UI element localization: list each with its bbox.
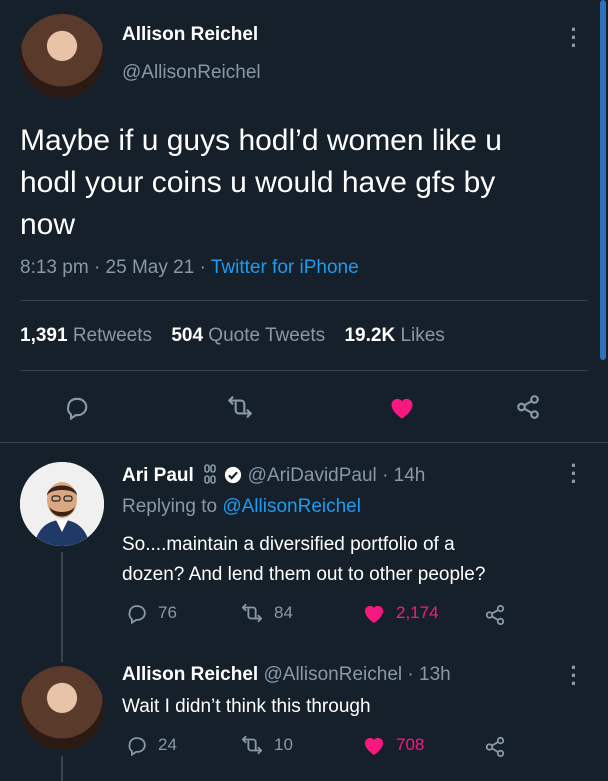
likes-count: 19.2K: [344, 325, 396, 346]
author-handle[interactable]: @AllisonReichel: [263, 664, 402, 685]
thread-line: [61, 756, 63, 781]
retweet-action[interactable]: 84: [240, 602, 293, 624]
avatar[interactable]: [20, 14, 104, 98]
reply-text: So....maintain a diversified portfolio o…: [122, 530, 485, 590]
divider: [0, 442, 608, 443]
reply-text: Wait I didn’t think this through: [122, 696, 371, 717]
like-action[interactable]: 2,174: [362, 602, 439, 624]
reply-time[interactable]: 14h: [394, 465, 426, 486]
retweet-action[interactable]: 10: [240, 734, 293, 756]
reply-header: Ari Paul @AriDavidPaul · 14h: [122, 464, 425, 487]
replying-to-link[interactable]: @AllisonReichel: [222, 496, 361, 517]
separator: ·: [93, 257, 101, 278]
tweet-text-line: Maybe if u guys hodl’d women like u: [20, 124, 502, 157]
author-name[interactable]: Allison Reichel: [122, 24, 258, 46]
tweet-source-link[interactable]: Twitter for iPhone: [211, 257, 359, 278]
reply-icon: [126, 734, 148, 756]
like-count: 2,174: [396, 603, 439, 622]
reply-header: Allison Reichel @AllisonReichel · 13h: [122, 664, 451, 686]
tweet-stats: 1,391 Retweets 504 Quote Tweets 19.2K Li…: [20, 325, 445, 347]
tweet-text-line: now: [20, 208, 76, 241]
reply-count: 76: [158, 603, 177, 622]
tweet-text-line: hodl your coins u would have gfs by: [20, 166, 496, 199]
reply-icon: [126, 602, 148, 624]
thread-line: [61, 552, 63, 662]
reply-time[interactable]: 13h: [419, 664, 451, 685]
more-options-icon[interactable]: · · ·: [568, 455, 580, 493]
avatar[interactable]: [20, 462, 104, 546]
tweet-time[interactable]: 8:13 pm: [20, 257, 89, 278]
like-icon: [362, 602, 386, 624]
retweet-icon[interactable]: [226, 394, 254, 420]
avatar[interactable]: [20, 666, 104, 750]
retweets-label: Retweets: [72, 325, 153, 346]
replying-to: Replying to @AllisonReichel: [122, 496, 361, 518]
retweet-icon: [240, 602, 264, 624]
reply-action[interactable]: 24: [126, 734, 177, 756]
like-icon: [362, 734, 386, 756]
more-options-icon[interactable]: · · ·: [568, 19, 580, 57]
retweet-icon: [240, 734, 264, 756]
likes-stat[interactable]: 19.2K Likes: [344, 325, 444, 346]
like-icon[interactable]: [388, 394, 416, 420]
reply-icon[interactable]: [64, 394, 90, 420]
retweet-count: 84: [274, 603, 293, 622]
like-action[interactable]: 708: [362, 734, 424, 756]
chain-link-icon: [203, 464, 217, 484]
share-icon[interactable]: [484, 736, 506, 758]
author-handle[interactable]: @AriDavidPaul: [248, 465, 377, 486]
reply-actions: 24 10 708: [122, 734, 522, 762]
author-name[interactable]: Allison Reichel: [122, 664, 258, 685]
author-handle[interactable]: @AllisonReichel: [122, 62, 261, 84]
separator: ·: [407, 664, 414, 685]
reply-text-line: dozen? And lend them out to other people…: [122, 564, 486, 585]
retweets-stat[interactable]: 1,391 Retweets: [20, 325, 157, 346]
tweet-date[interactable]: 25 May 21: [106, 257, 195, 278]
verified-badge-icon: [224, 466, 242, 484]
author-name[interactable]: Ari Paul: [122, 465, 194, 486]
share-icon[interactable]: [484, 604, 506, 626]
separator: ·: [382, 465, 389, 486]
quotes-count: 504: [171, 325, 204, 346]
share-icon[interactable]: [514, 394, 542, 420]
separator: ·: [199, 257, 206, 278]
reply-actions: 76 84 2,174: [122, 602, 522, 630]
reply-action[interactable]: 76: [126, 602, 177, 624]
retweet-count: 10: [274, 735, 293, 754]
likes-label: Likes: [400, 325, 445, 346]
divider: [20, 300, 588, 301]
like-count: 708: [396, 735, 425, 754]
replying-prefix: Replying to: [122, 496, 218, 517]
retweets-count: 1,391: [20, 325, 68, 346]
reply-count: 24: [158, 735, 177, 754]
more-options-icon[interactable]: · · ·: [568, 657, 580, 695]
reply-text-line: So....maintain a diversified portfolio o…: [122, 534, 455, 555]
divider: [20, 370, 588, 371]
quotes-label: Quote Tweets: [208, 325, 326, 346]
tweet-meta: 8:13 pm · 25 May 21 · Twitter for iPhone: [20, 257, 359, 279]
scrollbar[interactable]: [600, 0, 606, 360]
quotes-stat[interactable]: 504 Quote Tweets: [171, 325, 330, 346]
tweet-text: Maybe if u guys hodl’d women like u hodl…: [20, 120, 502, 246]
